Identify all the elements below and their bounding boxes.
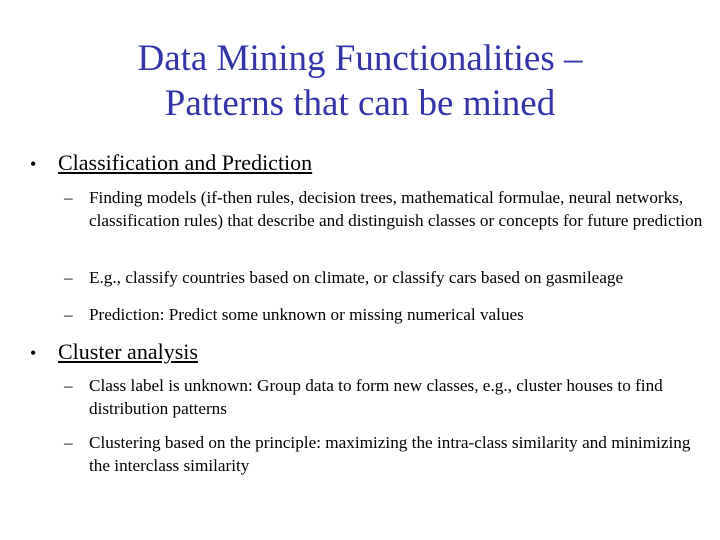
bullet-classification-prediction: • Classification and Prediction [30,150,312,177]
subitem-text: Prediction: Predict some unknown or miss… [89,305,524,324]
bullet-marker: • [30,154,37,174]
subitem-clustering-principle: – Clustering based on the principle: max… [64,431,714,477]
subitem-text: Finding models (if-then rules, decision … [89,188,703,230]
subitem-text: Clustering based on the principle: maxim… [89,433,691,475]
bullet-label: Cluster analysis [58,339,198,364]
title-line-2: Patterns that can be mined [164,83,556,124]
bullet-label: Classification and Prediction [58,150,313,175]
subitem-prediction: – Prediction: Predict some unknown or mi… [64,303,714,326]
subitem-class-label-unknown: – Class label is unknown: Group data to … [64,374,714,420]
subitem-text: E.g., classify countries based on climat… [89,268,624,287]
dash-marker: – [64,376,73,395]
title-line-1: Data Mining Functionalities – [137,38,583,79]
slide-title: Data Mining Functionalities – Patterns t… [0,36,720,126]
bullet-cluster-analysis: • Cluster analysis [30,339,198,366]
subitem-example: – E.g., classify countries based on clim… [64,266,720,289]
bullet-marker: • [30,343,37,363]
dash-marker: – [64,433,73,452]
subitem-finding-models: – Finding models (if-then rules, decisio… [64,186,714,232]
subitem-text: Class label is unknown: Group data to fo… [89,376,663,418]
dash-marker: – [64,268,73,287]
dash-marker: – [64,305,73,324]
dash-marker: – [64,188,73,207]
